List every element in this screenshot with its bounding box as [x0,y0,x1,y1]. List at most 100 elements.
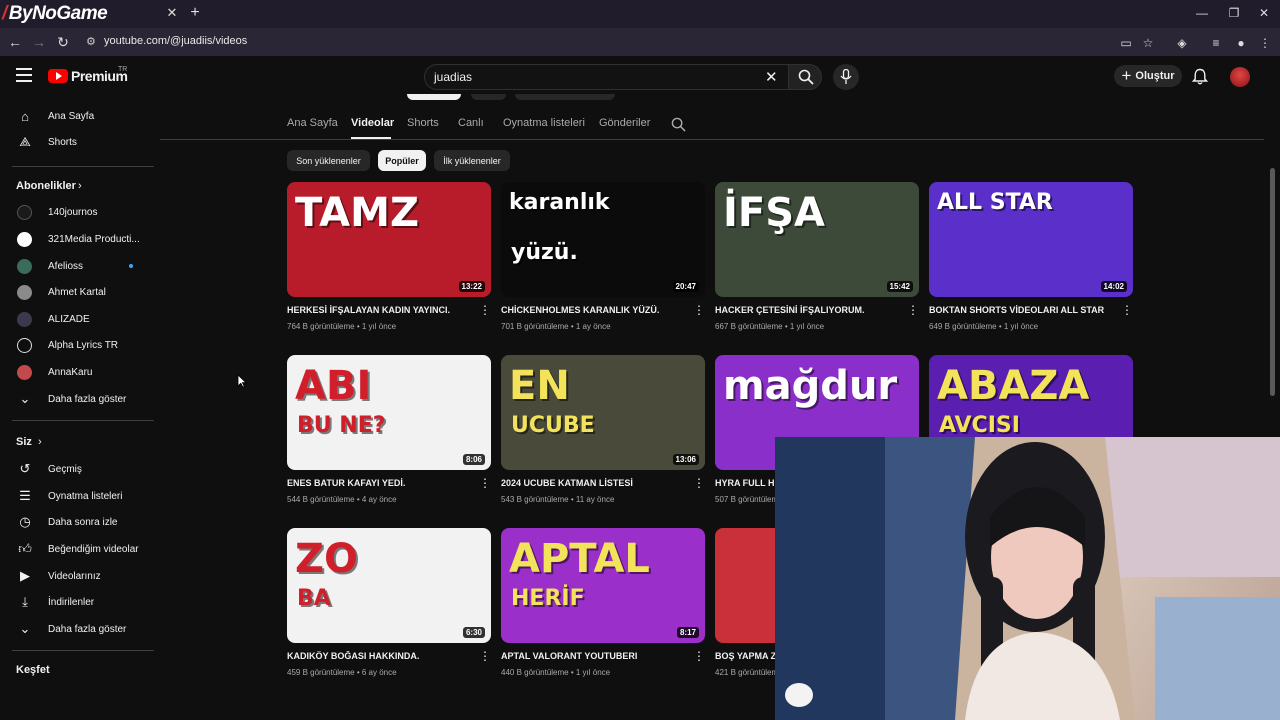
more-actions-icon[interactable]: ⋮ [693,477,705,491]
subscriptions-header[interactable]: Abonelikler › [0,173,160,199]
sidebar-item-downloads[interactable]: ⤓ İndirilenler [0,589,160,615]
video-thumbnail[interactable]: karanlık yüzü. 20:47 [501,182,705,297]
video-title[interactable]: CHİCKENHOLMES KARANLIK YÜZÜ. [501,305,681,315]
chip-oldest[interactable]: İlk yüklenenler [434,150,510,171]
sidebar-item-afelioss[interactable]: Afelioss [0,253,160,279]
tab-playlists[interactable]: Oynatma listeleri [503,117,585,129]
new-tab-icon[interactable]: + [187,4,203,22]
more-actions-icon[interactable]: ⋮ [693,650,705,664]
sidebar-item-alizade[interactable]: ALIZADE [0,306,160,332]
youtube-premium-logo[interactable]: Premium [48,68,128,84]
maximize-icon[interactable]: ❐ [1224,6,1244,20]
video-title[interactable]: HERKESİ İFŞALAYAN KADIN YAYINCI. [287,305,467,315]
site-info-icon[interactable]: ⚙ [86,35,96,48]
video-card[interactable]: ZO BA 6:30 KADIKÖY BOĞASI HAKKINDA. 459 B gö… [287,528,491,688]
you-header[interactable]: Siz › [0,429,160,455]
video-card[interactable]: TAMZ 13:22 HERKESİ İFŞALAYAN KADIN YAYINCI… [287,182,491,342]
subscribe-button-edge[interactable] [407,94,461,100]
tab-live[interactable]: Canlı [458,117,484,129]
show-more-subscriptions[interactable]: ⌄ Daha fazla göster [0,386,160,412]
chip-latest[interactable]: Son yüklenenler [287,150,370,171]
sidebar-item-playlists[interactable]: ☰ Oynatma listeleri [0,483,160,509]
thumbnail-text: APTAL [509,536,650,582]
youtube-play-icon [48,69,68,83]
sidebar-item-home[interactable]: ⌂ Ana Sayfa [0,103,160,129]
show-more-you[interactable]: ⌄ Daha fazla göster [0,616,160,642]
video-card[interactable]: APTAL HERİF 8:17 APTAL VALORANT YOUTUBERI 44… [501,528,705,688]
sidebar-item-annakaru[interactable]: AnnaKaru [0,359,160,385]
menu-icon[interactable] [16,68,32,82]
video-title[interactable]: ENES BATUR KAFAYI YEDİ. [287,478,467,488]
sidebar-item-ahmet-kartal[interactable]: Ahmet Kartal [0,279,160,305]
video-title[interactable]: APTAL VALORANT YOUTUBERI [501,651,681,661]
sidebar-item-liked-videos[interactable]: 👍︎ Beğendiğim videolar [0,536,160,562]
minimize-icon[interactable]: — [1192,6,1212,20]
video-thumbnail[interactable]: ALL STAR 14:02 [929,182,1133,297]
address-bar[interactable]: ⚙ youtube.com/@juadiis/videos [80,31,1160,53]
sidebar-item-history[interactable]: ↺ Geçmiş [0,456,160,482]
video-card[interactable]: ALL STAR 14:02 BOKTAN SHORTS VİDEOLARI ALL… [929,182,1133,342]
sidebar-item-alpha-lyrics[interactable]: Alpha Lyrics TR [0,332,160,358]
forward-icon[interactable]: → [30,33,48,51]
reload-icon[interactable]: ↻ [54,33,72,51]
video-title[interactable]: HACKER ÇETESİNİ İFŞALIYORUM. [715,305,895,315]
video-card[interactable]: karanlık yüzü. 20:47 CHİCKENHOLMES KARANLIK… [501,182,705,342]
more-actions-icon[interactable]: ⋮ [479,477,491,491]
thumbnail-text: BA [297,586,331,611]
tab-home[interactable]: Ana Sayfa [287,117,338,129]
voice-search-button[interactable] [833,64,859,90]
chip-popular[interactable]: Popüler [378,150,426,171]
tab-videos[interactable]: Videolar [351,117,394,129]
channel-avatar [17,231,32,247]
sidebar-item-watch-later[interactable]: ◷ Daha sonra izle [0,509,160,535]
tab-posts[interactable]: Gönderiler [599,117,650,129]
video-card[interactable]: EN UCUBE 13:06 2024 UCUBE KATMAN LİSTESİ 543… [501,355,705,515]
close-window-icon[interactable]: ✕ [1254,6,1274,20]
more-actions-icon[interactable]: ⋮ [479,650,491,664]
video-card[interactable]: İFŞA 15:42 HACKER ÇETESİNİ İFŞALIYORUM. 667… [715,182,919,342]
channel-action-edge[interactable] [515,94,615,100]
sidebar-item-140journos[interactable]: 140journos [0,199,160,225]
video-thumbnail[interactable]: İFŞA 15:42 [715,182,919,297]
video-duration: 14:02 [1100,281,1127,292]
tab-shorts[interactable]: Shorts [407,117,439,129]
video-card[interactable]: ABI BU NE? 8:06 ENES BATUR KAFAYI YEDİ. 544 … [287,355,491,515]
sidebar-item-321media[interactable]: 321Media Producti... [0,226,160,252]
sidebar-item-shorts[interactable]: ⟁ Shorts [0,129,160,155]
video-thumbnail[interactable]: TAMZ 13:22 [287,182,491,297]
bookmark-star-icon[interactable]: ☆ [1139,36,1157,50]
channel-search-icon[interactable] [671,117,686,132]
search-button[interactable] [788,64,822,90]
tab-close-icon[interactable]: ✕ [165,5,179,21]
video-thumbnail[interactable]: APTAL HERİF 8:17 [501,528,705,643]
thumbnail-text: EN [509,363,570,409]
sidebar-item-your-videos[interactable]: ▶ Videolarınız [0,563,160,589]
more-actions-icon[interactable]: ⋮ [907,304,919,318]
video-meta: 421 B görüntüleme [715,668,783,677]
create-button[interactable]: + Oluştur [1114,65,1182,87]
extensions-icon[interactable]: ◈ [1173,36,1191,50]
video-thumbnail[interactable]: EN UCUBE 13:06 [501,355,705,470]
clear-search-icon[interactable]: ✕ [765,68,779,86]
profile-icon[interactable]: ● [1232,36,1250,50]
join-button-edge[interactable] [471,94,506,100]
thumbnail-text: İFŞA [723,190,825,236]
video-title[interactable]: KADIKÖY BOĞASI HAKKINDA. [287,651,467,661]
video-title[interactable]: BOKTAN SHORTS VİDEOLARI ALL STAR [929,305,1109,315]
browser-menu-icon[interactable]: ⋮ [1256,36,1274,50]
cast-icon[interactable]: ▭ [1117,36,1135,50]
video-thumbnail[interactable]: ZO BA 6:30 [287,528,491,643]
notifications-bell-icon[interactable] [1192,68,1208,86]
account-avatar[interactable] [1230,67,1250,87]
back-icon[interactable]: ← [6,33,24,51]
more-actions-icon[interactable]: ⋮ [479,304,491,318]
video-title[interactable]: 2024 UCUBE KATMAN LİSTESİ [501,478,681,488]
video-duration: 20:47 [672,281,699,292]
page-scrollbar[interactable] [1270,168,1275,396]
video-thumbnail[interactable]: ABI BU NE? 8:06 [287,355,491,470]
media-icon[interactable]: ≡ [1207,36,1225,50]
search-input[interactable]: juadias ✕ [424,64,788,90]
more-actions-icon[interactable]: ⋮ [1121,304,1133,318]
more-actions-icon[interactable]: ⋮ [693,304,705,318]
channel-avatar [17,311,32,327]
